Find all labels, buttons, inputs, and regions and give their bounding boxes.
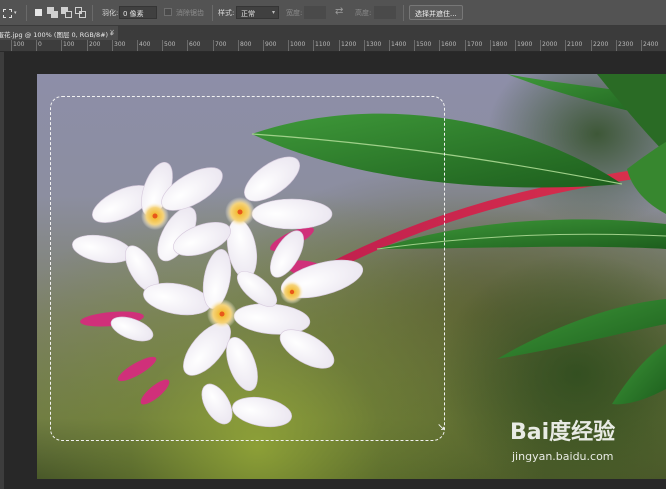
- swap-dimensions-icon[interactable]: ⇄: [335, 6, 343, 17]
- ruler-tick: [565, 40, 566, 51]
- ruler-label: 500: [164, 41, 176, 48]
- ruler-label: 1800: [492, 41, 508, 48]
- ruler-tick: [364, 40, 365, 51]
- divider: [26, 5, 27, 21]
- height-input[interactable]: [374, 6, 396, 19]
- watermark-url: jingyan.baidu.com: [512, 450, 614, 463]
- ruler-label: 2100: [567, 41, 583, 48]
- ruler-tick: [112, 40, 113, 51]
- ruler-label: 1900: [517, 41, 533, 48]
- ruler-label: 100: [63, 41, 75, 48]
- rect-marquee-icon[interactable]: ▾: [3, 6, 21, 20]
- divider: [92, 5, 93, 21]
- ruler-label: 2000: [542, 41, 558, 48]
- divider: [212, 5, 213, 21]
- ruler-tick: [61, 40, 62, 51]
- ruler-tick: [515, 40, 516, 51]
- ruler-label: 300: [114, 41, 126, 48]
- ruler-tick: [288, 40, 289, 51]
- style-select-value: 正常: [241, 10, 255, 18]
- close-icon[interactable]: ×: [109, 28, 115, 36]
- ruler-tick: [87, 40, 88, 51]
- ruler-tick: [238, 40, 239, 51]
- anti-alias-label: 消除锯齿: [176, 9, 204, 17]
- ruler-label: 0: [38, 41, 42, 48]
- selection-marquee[interactable]: [50, 96, 445, 441]
- ruler-tick: [36, 40, 37, 51]
- ruler-label: 2200: [593, 41, 609, 48]
- select-and-mask-button[interactable]: 选择并遮住...: [409, 5, 463, 20]
- ruler-tick: [339, 40, 340, 51]
- ruler-label: 1400: [391, 41, 407, 48]
- width-label: 宽度:: [286, 9, 303, 17]
- divider: [403, 5, 404, 21]
- ruler-label: 800: [240, 41, 252, 48]
- ruler-tick: [439, 40, 440, 51]
- horizontal-ruler: 100 0 100 200 300 400 500 600 700 800 900 1000 1100 1…: [0, 40, 666, 52]
- ruler-label: 2400: [643, 41, 659, 48]
- ruler-label: 1300: [366, 41, 382, 48]
- feather-label: 羽化:: [102, 9, 119, 17]
- ruler-tick: [540, 40, 541, 51]
- vertical-ruler: [0, 52, 4, 489]
- ruler-tick: [616, 40, 617, 51]
- watermark-logo: Bai度经验: [510, 420, 616, 445]
- ruler-label: 100: [13, 41, 25, 48]
- feather-input[interactable]: 0 像素: [119, 6, 157, 19]
- ruler-label: 2300: [618, 41, 634, 48]
- intersect-selection-icon[interactable]: [75, 7, 86, 18]
- style-select[interactable]: 正常 ▾: [236, 6, 279, 19]
- ruler-label: 200: [89, 41, 101, 48]
- ruler-label: 1100: [315, 41, 331, 48]
- ruler-label: 600: [189, 41, 201, 48]
- ruler-label: 1200: [341, 41, 357, 48]
- ruler-tick: [313, 40, 314, 51]
- new-selection-icon[interactable]: [33, 7, 44, 18]
- ruler-tick: [389, 40, 390, 51]
- ruler-tick: [641, 40, 642, 51]
- style-label: 样式:: [218, 9, 235, 17]
- document-tab-title: 鸡蛋花.jpg @ 100% (图层 0, RGB/8#) *: [0, 31, 114, 39]
- baidu-jingyan-watermark: Bai度经验 jingyan.baidu.com: [510, 414, 660, 472]
- ruler-tick: [162, 40, 163, 51]
- ruler-tick: [591, 40, 592, 51]
- ruler-tick: [263, 40, 264, 51]
- ruler-tick: [465, 40, 466, 51]
- ruler-label: 1000: [290, 41, 306, 48]
- chevron-down-icon: ▾: [271, 9, 275, 16]
- anti-alias-checkbox[interactable]: [164, 8, 172, 16]
- ruler-tick: [187, 40, 188, 51]
- add-to-selection-icon[interactable]: [47, 7, 58, 18]
- ruler-label: 700: [215, 41, 227, 48]
- ruler-label: 1500: [416, 41, 432, 48]
- ruler-tick: [414, 40, 415, 51]
- document-tab-bar: 鸡蛋花.jpg @ 100% (图层 0, RGB/8#) * ×: [0, 26, 666, 40]
- width-input[interactable]: [304, 6, 326, 19]
- subtract-from-selection-icon[interactable]: [61, 7, 72, 18]
- ruler-label: 400: [139, 41, 151, 48]
- height-label: 高度:: [355, 9, 372, 17]
- ruler-label: 1600: [441, 41, 457, 48]
- ruler-tick: [490, 40, 491, 51]
- ruler-tick: [213, 40, 214, 51]
- ruler-tick: [11, 40, 12, 51]
- ruler-tick: [137, 40, 138, 51]
- resize-cursor-icon: ↘: [437, 422, 446, 433]
- ruler-label: 1700: [467, 41, 483, 48]
- options-bar: ▾ 羽化: 0 像素 消除锯齿 样式: 正常 ▾ 宽度: ⇄ 高度: 选择并遮住…: [0, 0, 666, 26]
- document-tab[interactable]: 鸡蛋花.jpg @ 100% (图层 0, RGB/8#) * ×: [0, 26, 118, 40]
- ruler-label: 900: [265, 41, 277, 48]
